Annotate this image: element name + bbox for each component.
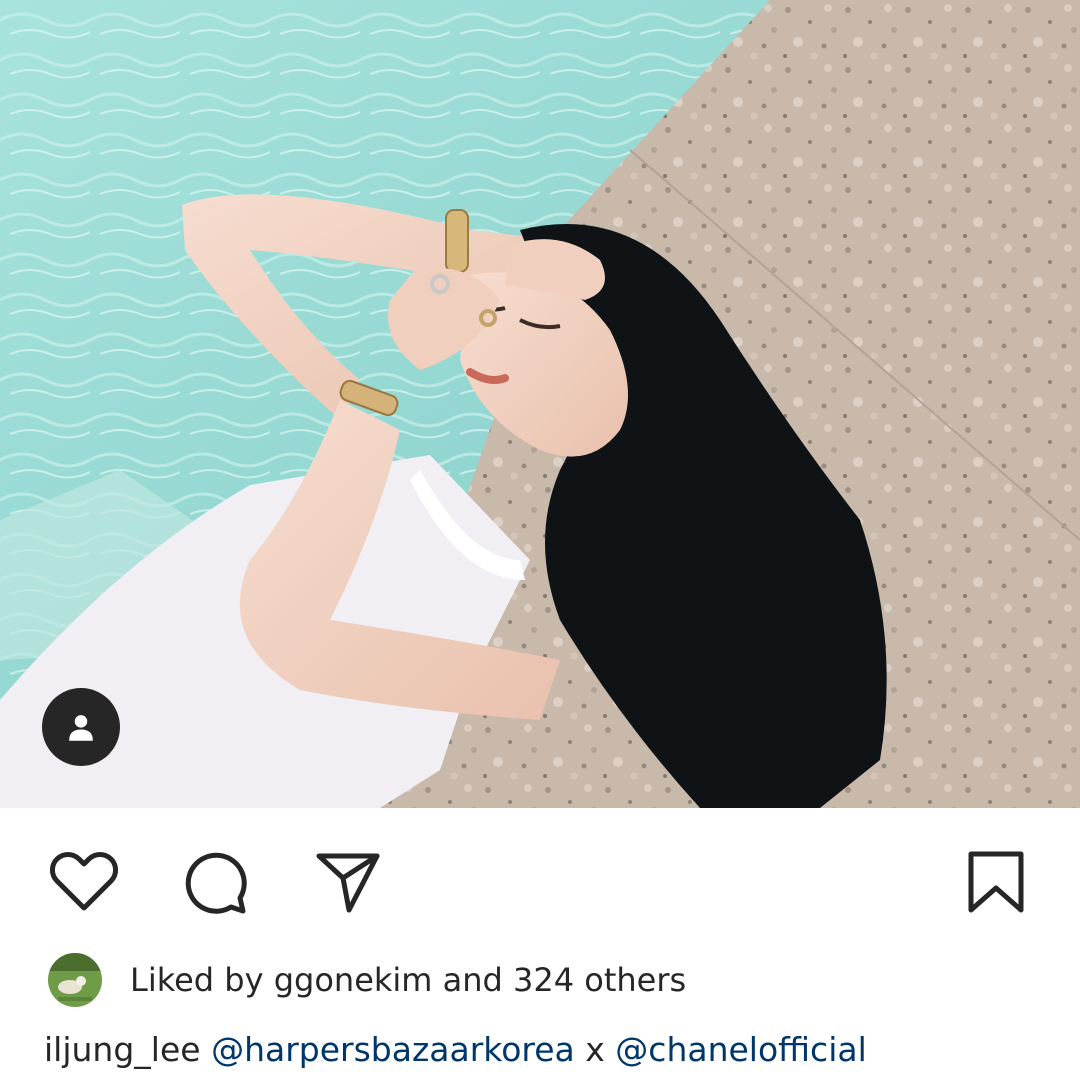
mention-harpersbazaarkorea[interactable]: @harpersbazaarkorea: [211, 1030, 575, 1069]
post-action-bar: [0, 808, 1080, 948]
post-caption: iljung_lee @harpersbazaarkorea x @chanel…: [44, 1026, 867, 1074]
instagram-post: Liked by ggonekim and 324 others iljung_…: [0, 0, 1080, 1085]
like-button[interactable]: [44, 842, 124, 922]
tagged-people-button[interactable]: [42, 688, 120, 766]
mention-chanelofficial[interactable]: @chanelofficial: [615, 1030, 866, 1069]
liker-username[interactable]: ggonekim: [274, 961, 433, 999]
post-image: [0, 0, 1080, 808]
heart-icon: [49, 851, 119, 911]
comment-icon: [185, 852, 247, 914]
comment-button[interactable]: [176, 842, 256, 922]
likes-prefix: Liked by: [130, 961, 274, 999]
share-button[interactable]: [308, 842, 388, 922]
paper-plane-icon: [316, 853, 380, 913]
author-username[interactable]: iljung_lee: [44, 1030, 201, 1069]
caption-separator: x: [574, 1030, 616, 1069]
post-photo[interactable]: [0, 0, 1080, 808]
likes-summary[interactable]: Liked by ggonekim and 324 others: [48, 952, 686, 1008]
liker-avatar[interactable]: [48, 953, 102, 1007]
likes-text: Liked by ggonekim and 324 others: [130, 961, 686, 999]
likes-suffix[interactable]: and 324 others: [432, 961, 687, 999]
bookmark-icon: [968, 851, 1024, 913]
person-icon: [69, 715, 93, 741]
save-button[interactable]: [956, 842, 1036, 922]
